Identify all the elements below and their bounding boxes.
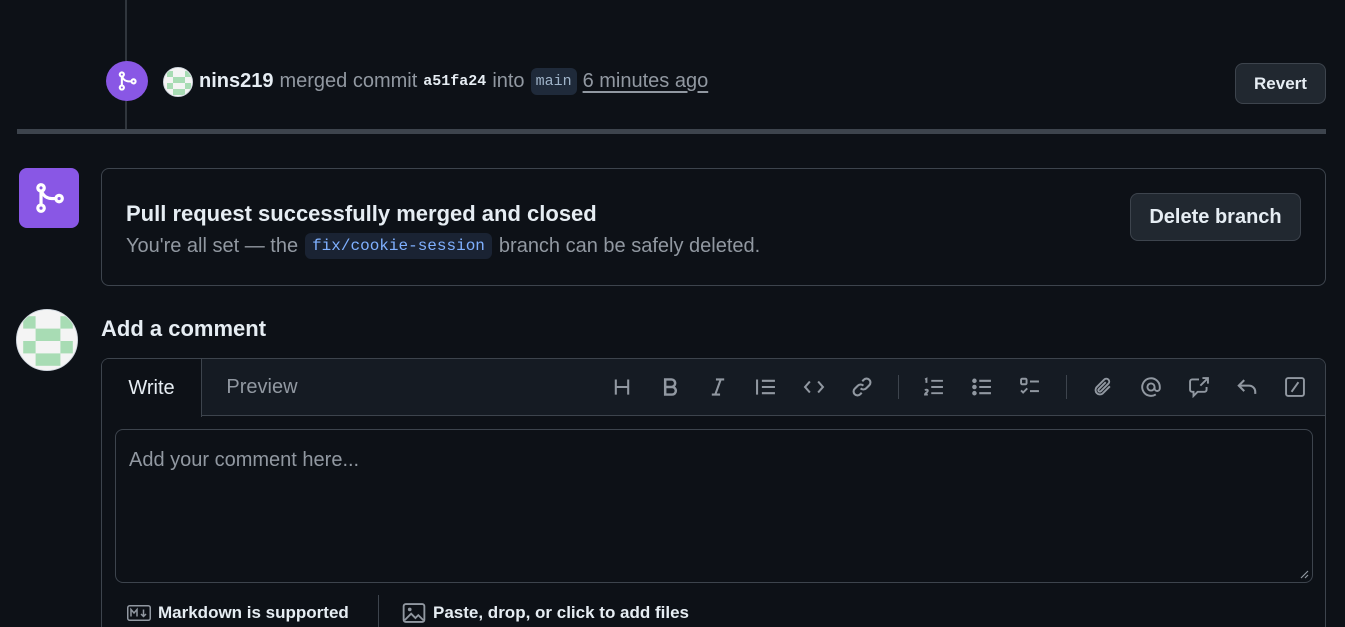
bold-icon[interactable]: [657, 374, 683, 400]
link-icon[interactable]: [849, 374, 875, 400]
into-text: into: [492, 69, 525, 92]
add-files-label: Paste, drop, or click to add files: [433, 603, 690, 622]
merge-action-text: merged commit: [279, 69, 418, 92]
editor-toolbar: Write Preview: [102, 359, 1325, 417]
revert-button[interactable]: Revert: [1235, 63, 1326, 104]
timestamp-link[interactable]: 6 minutes ago: [583, 70, 709, 93]
markdown-hint[interactable]: Markdown is supported: [127, 603, 349, 623]
comment-editor: Write Preview Add your comment here... M…: [101, 358, 1326, 627]
add-files-button[interactable]: Paste, drop, or click to add files: [402, 603, 689, 623]
slash-command-icon[interactable]: [1282, 374, 1308, 400]
mention-icon[interactable]: [1138, 374, 1164, 400]
merged-sub-after: branch can be safely deleted.: [498, 234, 761, 257]
merge-event-icon: [106, 61, 148, 101]
merged-sub-before: You're all set — the: [126, 234, 299, 257]
numbered-list-icon[interactable]: [921, 374, 947, 400]
current-user-avatar[interactable]: [16, 309, 78, 371]
unordered-list-icon[interactable]: [969, 374, 995, 400]
target-branch-label[interactable]: main: [530, 67, 577, 95]
merged-state-icon: [19, 168, 79, 228]
image-icon: [402, 603, 426, 623]
attach-icon[interactable]: [1090, 374, 1116, 400]
pull-request-timeline: nins219 merged commit a51fa24 into main …: [0, 0, 1345, 627]
reply-icon[interactable]: [1234, 374, 1260, 400]
add-comment-heading: Add a comment: [101, 316, 267, 341]
task-list-icon[interactable]: [1017, 374, 1043, 400]
resize-handle-icon[interactable]: [1299, 569, 1309, 579]
toolbar-divider: [1066, 375, 1067, 399]
comment-placeholder: Add your comment here...: [129, 449, 360, 471]
actor-avatar[interactable]: [163, 67, 193, 97]
head-branch-label[interactable]: fix/cookie-session: [305, 233, 492, 259]
code-icon[interactable]: [801, 374, 827, 400]
markdown-icon: [127, 605, 151, 621]
actor-link[interactable]: nins219: [199, 70, 273, 93]
merged-status-card: Pull request successfully merged and clo…: [101, 168, 1326, 286]
footer-divider: [378, 595, 379, 627]
toolbar-divider: [898, 375, 899, 399]
heading-icon[interactable]: [609, 374, 635, 400]
merge-event-text: nins219 merged commit a51fa24 into main …: [199, 66, 708, 96]
tab-write[interactable]: Write: [102, 359, 202, 417]
cross-reference-icon[interactable]: [1186, 374, 1212, 400]
tab-preview[interactable]: Preview: [202, 359, 322, 416]
delete-branch-button[interactable]: Delete branch: [1130, 193, 1301, 241]
merged-title: Pull request successfully merged and clo…: [126, 201, 597, 226]
merged-subtitle: You're all set — the fix/cookie-session …: [126, 233, 760, 259]
italic-icon[interactable]: [705, 374, 731, 400]
commit-sha-link[interactable]: a51fa24: [423, 73, 486, 90]
comment-textarea[interactable]: Add your comment here...: [115, 429, 1313, 583]
quote-icon[interactable]: [753, 374, 779, 400]
markdown-label: Markdown is supported: [158, 603, 349, 622]
timeline-separator: [17, 129, 1326, 134]
